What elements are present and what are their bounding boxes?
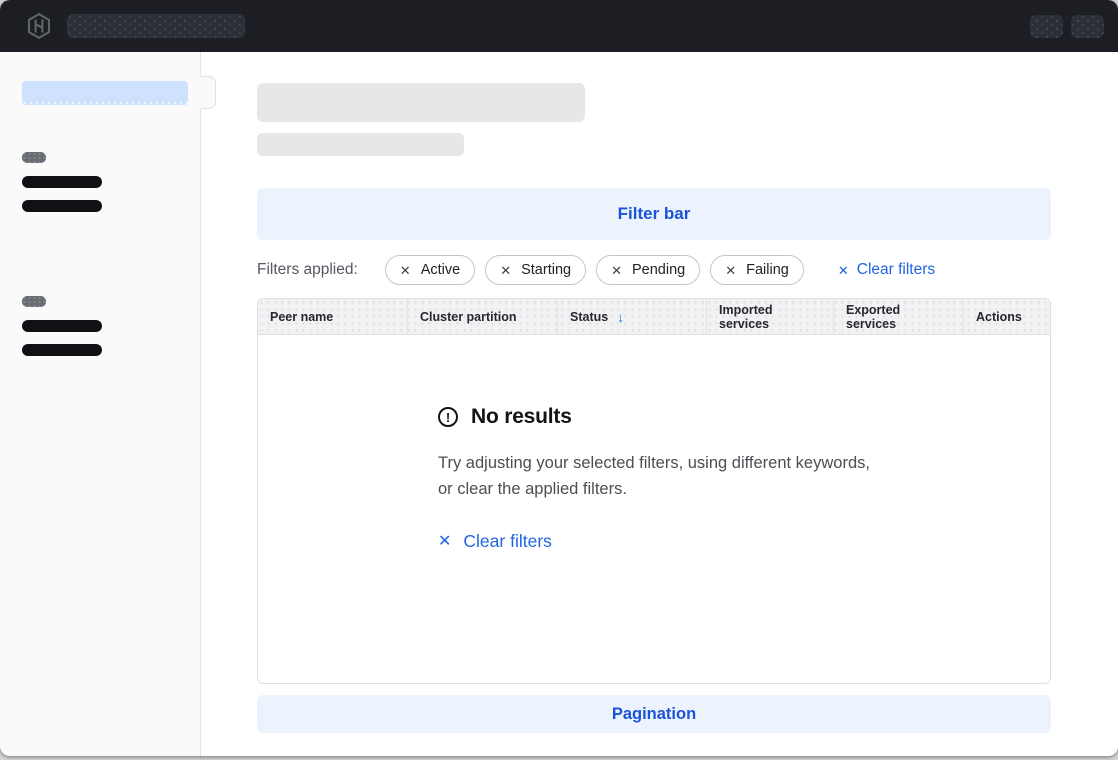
pagination-placeholder[interactable]: Pagination (257, 695, 1051, 733)
filter-chip-starting[interactable]: ✕ Starting (485, 255, 586, 285)
sidebar-section-label-skeleton (22, 296, 46, 307)
dismiss-icon[interactable]: ✕ (500, 264, 511, 277)
main-content: Filter bar Filters applied: ✕ Active ✕ S… (201, 52, 1118, 756)
clear-filters-label: Clear filters (857, 261, 935, 279)
topbar (0, 0, 1118, 52)
filter-chip-failing[interactable]: ✕ Failing (710, 255, 804, 285)
sidebar-item-skeleton[interactable] (22, 320, 102, 332)
filters-applied-label: Filters applied: (257, 261, 358, 279)
dismiss-icon[interactable]: ✕ (611, 264, 622, 277)
topbar-action-skeleton[interactable] (1071, 15, 1104, 38)
page-subtitle-skeleton (257, 133, 464, 156)
filter-chip-pending[interactable]: ✕ Pending (596, 255, 700, 285)
filter-chip-label: Failing (746, 262, 789, 278)
filter-chip-label: Starting (521, 262, 571, 278)
empty-state-clear-filters-link[interactable]: ✕ Clear filters (438, 531, 552, 552)
dismiss-icon: ✕ (838, 264, 849, 277)
column-header-exported-services[interactable]: Exported services (833, 299, 963, 334)
app-window: Filter bar Filters applied: ✕ Active ✕ S… (0, 0, 1118, 756)
sidebar-toggle-handle[interactable] (200, 76, 216, 109)
clear-filters-link[interactable]: ✕ Clear filters (838, 261, 935, 279)
peers-table: Peer name Cluster partition Status ↓ Imp… (257, 298, 1051, 684)
filter-chip-label: Active (421, 262, 461, 278)
sidebar-item-skeleton[interactable] (22, 200, 102, 212)
pagination-label: Pagination (612, 705, 696, 724)
empty-state-title: No results (471, 405, 572, 429)
empty-state-clear-filters-label: Clear filters (463, 531, 552, 552)
alert-circle-icon: ! (438, 407, 458, 427)
sidebar-item-skeleton[interactable] (22, 344, 102, 356)
empty-state: ! No results Try adjusting your selected… (438, 335, 870, 552)
column-header-actions[interactable]: Actions (963, 299, 1050, 334)
sidebar (0, 52, 201, 756)
empty-state-description: Try adjusting your selected filters, usi… (438, 450, 870, 502)
dismiss-icon: ✕ (438, 534, 451, 550)
filters-applied-row: Filters applied: ✕ Active ✕ Starting ✕ P… (257, 255, 1051, 285)
sidebar-item-skeleton[interactable] (22, 176, 102, 188)
topbar-action-skeleton[interactable] (1030, 15, 1063, 38)
sidebar-section-label-skeleton (22, 152, 46, 163)
column-header-peer-name[interactable]: Peer name (258, 299, 407, 334)
filter-chip-label: Pending (632, 262, 685, 278)
filter-bar-placeholder[interactable]: Filter bar (257, 188, 1051, 240)
dismiss-icon[interactable]: ✕ (400, 264, 411, 277)
dismiss-icon[interactable]: ✕ (725, 264, 736, 277)
hashicorp-logo-icon[interactable] (27, 13, 51, 39)
filter-bar-label: Filter bar (618, 204, 691, 224)
search-input-skeleton[interactable] (67, 14, 245, 38)
column-header-cluster-partition[interactable]: Cluster partition (407, 299, 557, 334)
column-header-imported-services[interactable]: Imported services (706, 299, 833, 334)
topbar-actions (1030, 15, 1104, 38)
filter-chip-active[interactable]: ✕ Active (385, 255, 475, 285)
table-header-row: Peer name Cluster partition Status ↓ Imp… (258, 299, 1050, 335)
table-body: ! No results Try adjusting your selected… (258, 335, 1050, 683)
page-title-skeleton (257, 83, 585, 122)
sort-descending-icon: ↓ (617, 309, 624, 325)
sidebar-active-item-skeleton[interactable] (22, 81, 188, 105)
column-header-status[interactable]: Status ↓ (557, 299, 706, 334)
